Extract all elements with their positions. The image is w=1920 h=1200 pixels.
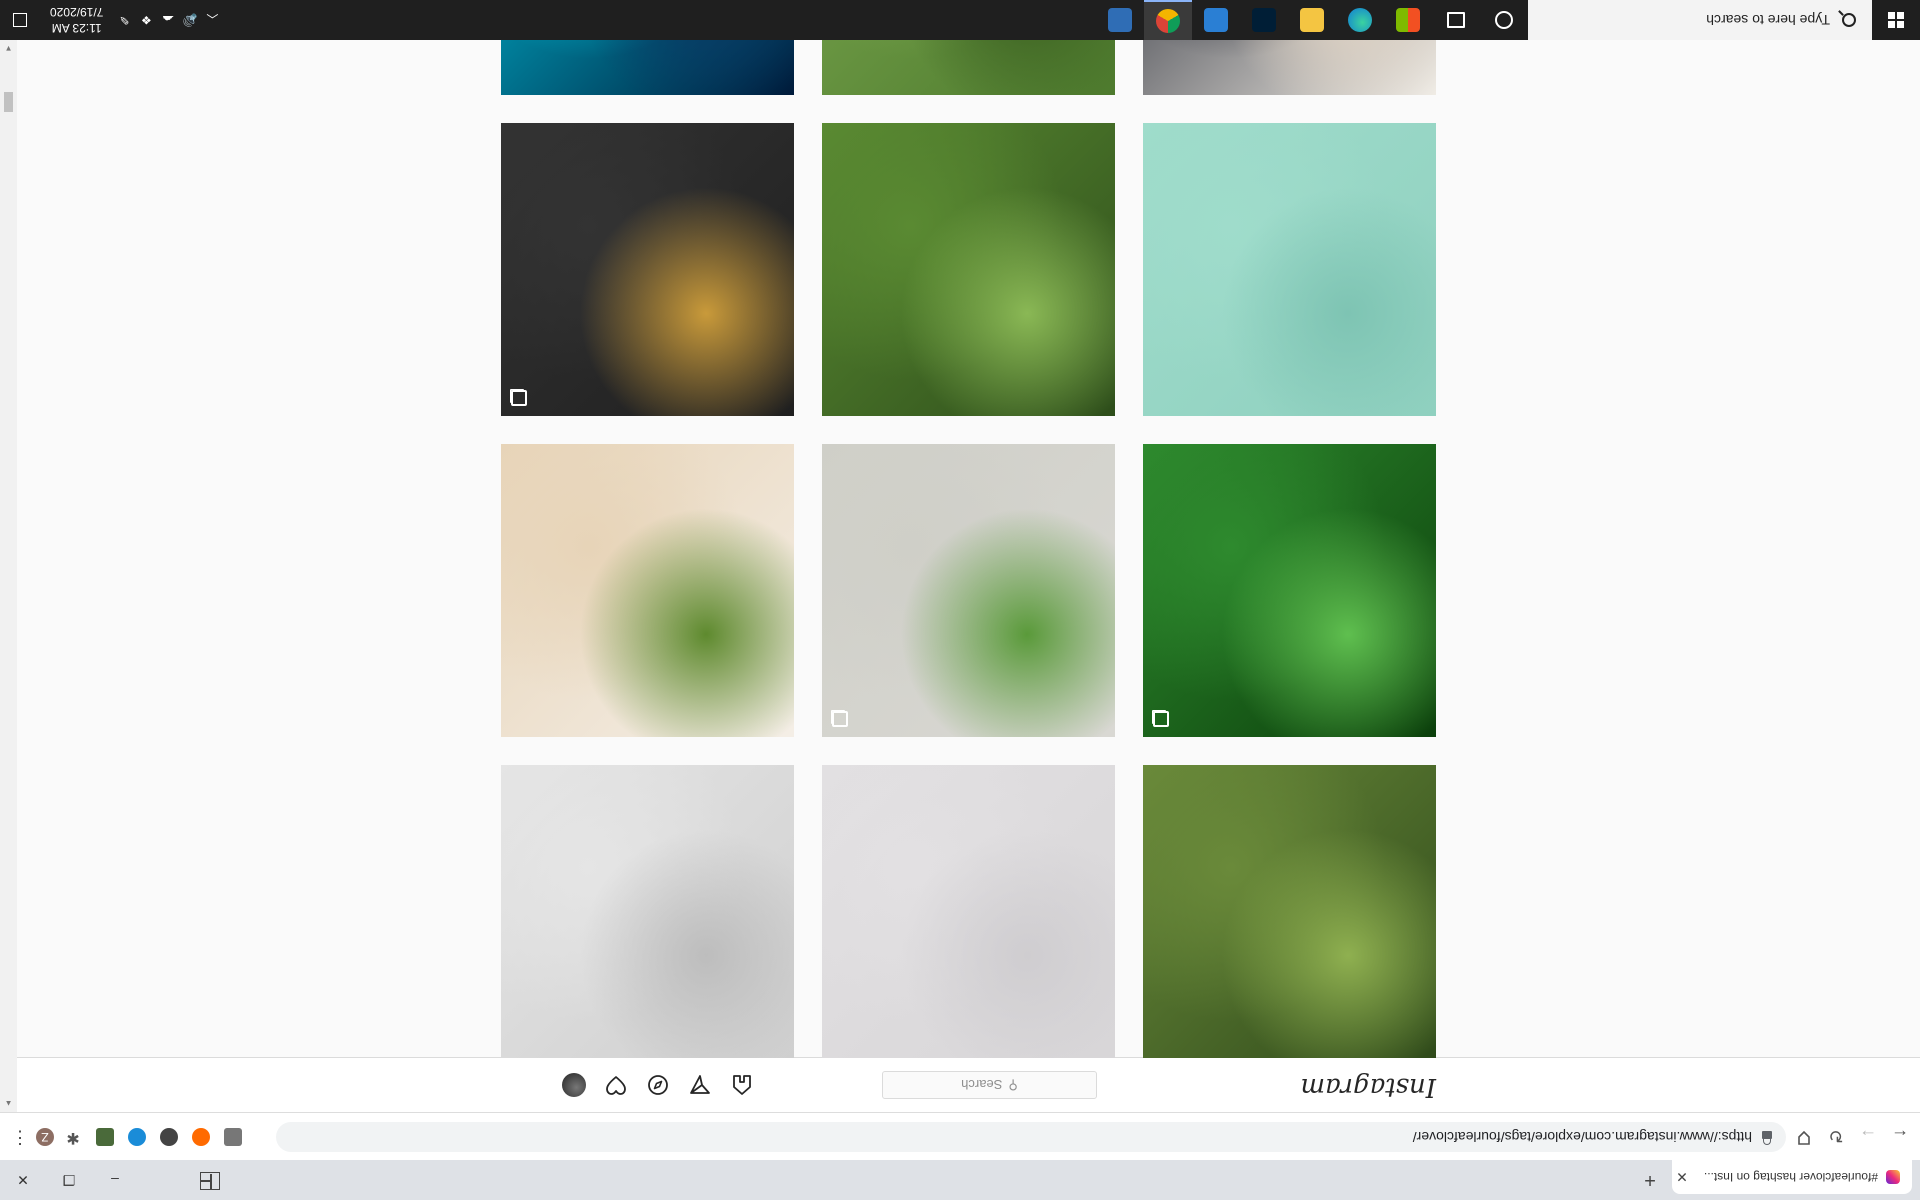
volume-icon[interactable]: 🔊 bbox=[179, 13, 201, 27]
multiple-photos-icon bbox=[832, 711, 848, 727]
chrome-icon[interactable] bbox=[1144, 0, 1192, 40]
activity-icon[interactable] bbox=[604, 1073, 628, 1097]
multiple-photos-icon bbox=[511, 390, 527, 406]
explore-icon[interactable] bbox=[646, 1073, 670, 1097]
task-view-icon-glyph bbox=[1447, 12, 1465, 28]
lock-icon bbox=[1762, 1131, 1772, 1139]
onedrive-cloud-icon[interactable]: ☁ bbox=[157, 13, 179, 27]
file-explorer-icon[interactable] bbox=[1288, 0, 1336, 40]
taskbar-clock[interactable]: 11:23 AM 7/19/2020 bbox=[50, 4, 103, 36]
post-tile-hand-picking-clover[interactable] bbox=[822, 123, 1115, 416]
post-tile-owl-figurine-clover[interactable] bbox=[501, 444, 794, 737]
restore-button[interactable]: ❐ bbox=[46, 1160, 92, 1200]
post-tile-blue-abstract[interactable] bbox=[501, 40, 794, 95]
minimize-button[interactable]: – bbox=[92, 1160, 138, 1200]
taskbar-search-placeholder: Type here to search bbox=[1706, 12, 1830, 28]
instagram-page: Instagram ⚲ Search bbox=[17, 40, 1920, 1112]
photoshop-icon-glyph bbox=[1252, 8, 1276, 32]
pen-icon[interactable]: ✎ bbox=[113, 13, 135, 27]
post-tile-follow-your-dreams[interactable] bbox=[1143, 123, 1436, 416]
file-explorer-icon-glyph bbox=[1300, 8, 1324, 32]
cortana-icon-glyph bbox=[1495, 11, 1513, 29]
cortana-icon[interactable] bbox=[1480, 0, 1528, 40]
extension-blue-icon[interactable] bbox=[128, 1128, 146, 1146]
extensions-puzzle-icon[interactable]: ✱ bbox=[64, 1128, 82, 1146]
search-icon: ⚲ bbox=[1008, 1078, 1018, 1093]
address-bar-url: https://www.instagram.com/explore/tags/f… bbox=[1412, 1129, 1752, 1145]
clock-date: 7/19/2020 bbox=[50, 5, 104, 19]
browser-tab-strip: #fourleafclover hashtag on Inst... ✕ + –… bbox=[0, 1160, 1920, 1200]
action-center-icon[interactable] bbox=[0, 0, 40, 40]
tab-close-icon[interactable]: ✕ bbox=[1672, 1169, 1692, 1186]
extension-dark-icon[interactable] bbox=[160, 1128, 178, 1146]
post-tile-embroidered-cards[interactable] bbox=[501, 123, 794, 416]
tab-title: #fourleafclover hashtag on Inst... bbox=[1703, 1170, 1878, 1184]
photos-icon-glyph bbox=[1204, 8, 1228, 32]
browser-menu-icon[interactable]: ⋮ bbox=[10, 1127, 30, 1148]
photoshop-icon[interactable] bbox=[1240, 0, 1288, 40]
back-arrow-icon[interactable]: ← bbox=[1888, 1124, 1912, 1148]
post-tile-grey-top-right[interactable] bbox=[501, 765, 794, 1058]
screen: #fourleafclover hashtag on Inst... ✕ + –… bbox=[0, 0, 1920, 1200]
settings-app-icon-glyph bbox=[1108, 8, 1132, 32]
post-tile-green-leaves-pattern[interactable] bbox=[1143, 444, 1436, 737]
home-shield-icon[interactable] bbox=[1792, 1124, 1816, 1148]
instagram-favicon-icon bbox=[1886, 1170, 1900, 1184]
clock-time: 11:23 AM bbox=[51, 21, 102, 35]
post-tile-clover-patch[interactable] bbox=[822, 40, 1115, 95]
edge-icon[interactable] bbox=[1336, 0, 1384, 40]
multiple-photos-icon bbox=[1153, 711, 1169, 727]
system-tray: ︿ 🔊 ☁ ❖ ✎ 11:23 AM 7/19/2020 bbox=[0, 0, 223, 40]
scroll-up-arrow-icon[interactable]: ▲ bbox=[0, 1095, 17, 1112]
taskbar-search-box[interactable]: Type here to search bbox=[1528, 0, 1872, 40]
windows-taskbar: Type here to search ︿ 🔊 ☁ ❖ ✎ 11:23 AM 7… bbox=[0, 0, 1920, 40]
close-window-button[interactable]: ✕ bbox=[0, 1160, 46, 1200]
forward-arrow-icon[interactable]: → bbox=[1856, 1124, 1880, 1148]
edge-icon-glyph bbox=[1348, 8, 1372, 32]
show-hidden-icons-chevron-icon[interactable]: ︿ bbox=[201, 12, 223, 29]
scroll-down-arrow-icon[interactable]: ▼ bbox=[0, 40, 17, 57]
settings-app-icon[interactable] bbox=[1096, 0, 1144, 40]
address-bar[interactable]: https://www.instagram.com/explore/tags/f… bbox=[276, 1122, 1786, 1152]
chrome-icon-glyph bbox=[1156, 9, 1180, 33]
profile-avatar[interactable] bbox=[562, 1073, 586, 1097]
extension-orange-icon[interactable] bbox=[192, 1128, 210, 1146]
instagram-nav bbox=[562, 1073, 754, 1097]
windows-logo-icon bbox=[1888, 12, 1904, 28]
post-tile-black-dress[interactable] bbox=[1143, 40, 1436, 95]
profile-avatar-button[interactable]: Z bbox=[36, 1128, 54, 1146]
browser-toolbar: ← → ↻ https://www.instagram.com/explore/… bbox=[0, 1112, 1920, 1160]
reload-icon[interactable]: ↻ bbox=[1824, 1124, 1848, 1148]
instagram-logo[interactable]: Instagram bbox=[1300, 1072, 1436, 1102]
dropbox-icon[interactable]: ❖ bbox=[135, 13, 157, 27]
instagram-search-input[interactable]: ⚲ Search bbox=[882, 1071, 1097, 1099]
taskbar-search-icon bbox=[1842, 13, 1856, 27]
extension-grey-icon[interactable] bbox=[224, 1128, 242, 1146]
photos-icon[interactable] bbox=[1192, 0, 1240, 40]
direct-icon[interactable] bbox=[688, 1073, 712, 1097]
extension-green-icon[interactable] bbox=[96, 1128, 114, 1146]
browser-tab[interactable]: #fourleafclover hashtag on Inst... ✕ bbox=[1672, 1160, 1912, 1194]
scroll-thumb[interactable] bbox=[4, 92, 13, 112]
window-layout-icon[interactable] bbox=[200, 1172, 220, 1190]
instagram-header: Instagram ⚲ Search bbox=[17, 1057, 1920, 1112]
home-icon[interactable] bbox=[730, 1073, 754, 1097]
post-tile-crochet-clover-earrings[interactable] bbox=[822, 444, 1115, 737]
post-tile-grey-top-left[interactable] bbox=[822, 765, 1115, 1058]
task-view-icon[interactable] bbox=[1432, 0, 1480, 40]
page-scrollbar[interactable]: ▲ ▼ bbox=[0, 40, 17, 1112]
microsoft-store-icon-glyph bbox=[1396, 8, 1420, 32]
start-button[interactable] bbox=[1872, 0, 1920, 40]
search-placeholder: Search bbox=[961, 1077, 1003, 1093]
post-tile-dog-grass[interactable] bbox=[1143, 765, 1436, 1058]
microsoft-store-icon[interactable] bbox=[1384, 0, 1432, 40]
new-tab-button[interactable]: + bbox=[1638, 1168, 1662, 1192]
